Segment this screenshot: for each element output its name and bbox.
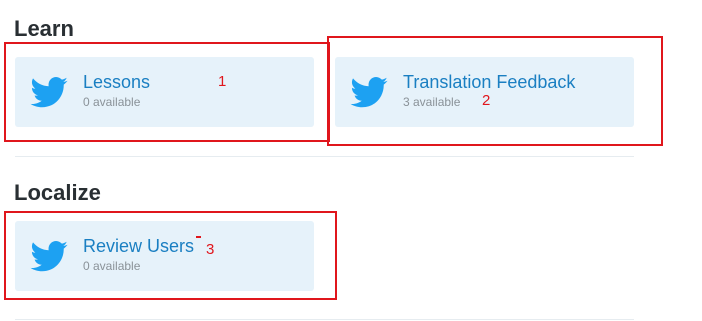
section-divider [15, 319, 634, 320]
annotation-mark [196, 236, 201, 238]
section-divider [15, 156, 634, 157]
section-title-learn: Learn [14, 16, 74, 41]
annotation-box-3 [4, 211, 337, 300]
annotation-number-3: 3 [206, 241, 215, 258]
annotation-box-1 [4, 42, 330, 142]
annotation-box-2 [327, 36, 663, 146]
annotation-number-2: 2 [482, 92, 491, 109]
annotation-number-1: 1 [218, 73, 227, 90]
section-title-localize: Localize [14, 180, 101, 205]
